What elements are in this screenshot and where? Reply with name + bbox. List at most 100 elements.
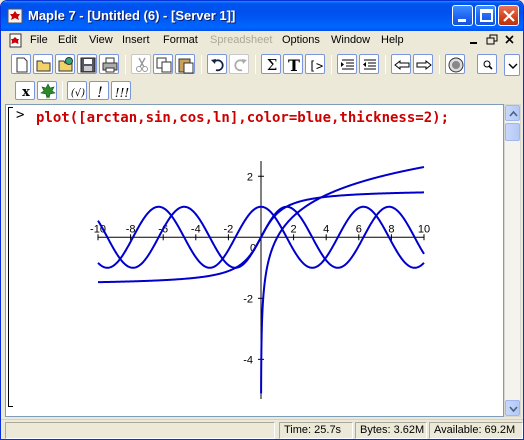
x-tick-label: 6 (356, 223, 362, 235)
paste-button[interactable] (175, 54, 195, 74)
y-tick-label: -4 (243, 354, 253, 366)
doc-close-icon[interactable] (502, 33, 518, 47)
open-url-icon (58, 57, 73, 72)
svg-text:(√): (√) (71, 88, 85, 99)
toolbar-separator (385, 55, 386, 74)
maple-leaf-icon (7, 8, 23, 24)
sigma-icon: Σ (267, 56, 278, 74)
outdent-button[interactable] (359, 54, 379, 74)
x-math-icon: x (22, 85, 30, 100)
redo-icon (234, 59, 247, 72)
execute-all-button[interactable]: !!! (111, 81, 131, 100)
stop-button[interactable] (445, 54, 465, 74)
outdent-icon (363, 59, 376, 70)
redo-button (229, 54, 249, 74)
toolbar-separator (255, 55, 256, 74)
document-icon[interactable] (8, 33, 23, 48)
toolbar-separator (125, 55, 126, 74)
menu-spreadsheet: Spreadsheet (210, 34, 273, 46)
scroll-up-button[interactable] (505, 105, 520, 121)
x-tick-label: 4 (323, 223, 329, 235)
y-tick-label: 2 (247, 171, 253, 183)
toolbar-separator (439, 55, 440, 74)
svg-text:!!!: !!! (115, 86, 130, 100)
status-time: Time: 25.7s (279, 422, 353, 439)
minimize-icon (458, 19, 466, 22)
text-T-icon: T (288, 56, 300, 75)
svg-text:!: ! (97, 85, 103, 101)
svg-text:[>: [> (309, 59, 323, 73)
open-url-button[interactable] (55, 54, 75, 74)
maximize-icon (480, 9, 493, 22)
maple-leaf-icon (40, 83, 56, 99)
svg-text:Σ: Σ (267, 56, 278, 74)
status-bytes: Bytes: 3.62M (355, 422, 427, 439)
back-button[interactable] (391, 54, 411, 74)
undo-button[interactable] (207, 54, 227, 74)
toolbar-separator (331, 55, 332, 74)
menu-file[interactable]: File (30, 34, 48, 46)
execute-button[interactable]: ! (89, 81, 109, 101)
maximize-button[interactable] (475, 5, 496, 26)
cut-icon (136, 57, 148, 72)
maple-window: Maple 7 - [Untitled (6) - [Server 1]] Fi… (0, 0, 524, 440)
indent-button[interactable] (337, 54, 357, 74)
svg-text:T: T (288, 56, 300, 75)
worksheet-area[interactable]: > plot([arctan,sin,cos,ln],color=blue,th… (5, 104, 504, 417)
vertical-scrollbar[interactable] (504, 104, 521, 417)
scroll-down-icon (509, 406, 518, 413)
exclamation-icon: ! (97, 85, 103, 101)
scroll-down-button[interactable] (505, 400, 520, 416)
menu-edit[interactable]: Edit (58, 34, 77, 46)
doc-restore-icon[interactable] (484, 33, 500, 47)
back-arrow-icon (394, 59, 410, 71)
x-tick-label: 10 (418, 223, 430, 235)
sum-button[interactable]: Σ (261, 54, 281, 74)
forward-arrow-icon (416, 59, 432, 71)
open-icon (36, 60, 51, 72)
paste-icon (178, 58, 194, 74)
menu-window[interactable]: Window (331, 34, 370, 46)
toolbar-chevron-button[interactable] (504, 54, 520, 76)
scroll-up-icon (509, 110, 518, 117)
x-tick-label: -4 (191, 223, 201, 235)
x-tick-label: 2 (291, 223, 297, 235)
zoom-icon (483, 60, 493, 70)
insert-prompt-button[interactable]: [> (305, 54, 325, 74)
zoom-button[interactable] (477, 54, 497, 74)
series-ln (260, 166, 425, 394)
triple-exclamation-icon: !!! (115, 86, 130, 100)
main-toolbar: Σ T [> (1, 51, 523, 78)
window-title: Maple 7 - [Untitled (6) - [Server 1]] (28, 8, 236, 23)
maple-leaf-button[interactable] (37, 81, 57, 100)
menu-view[interactable]: View (89, 34, 113, 46)
toolbar-separator (201, 55, 202, 74)
title-bar[interactable]: Maple 7 - [Untitled (6) - [Server 1]] (1, 1, 523, 31)
open-button[interactable] (33, 54, 53, 74)
scroll-thumb[interactable] (505, 123, 520, 141)
math-mode-button[interactable]: x (15, 81, 35, 100)
forward-button[interactable] (413, 54, 433, 74)
x-tick-label: 8 (388, 223, 394, 235)
doc-minimize-icon[interactable] (466, 33, 482, 47)
menu-insert[interactable]: Insert (122, 34, 150, 46)
check-syntax-button[interactable]: (√) (67, 81, 87, 100)
print-button[interactable] (99, 54, 119, 74)
copy-icon (156, 57, 172, 73)
minimize-button[interactable] (452, 5, 473, 26)
y-tick-label: -2 (243, 293, 253, 305)
save-button[interactable] (77, 54, 97, 74)
menu-help[interactable]: Help (381, 34, 404, 46)
save-icon (80, 57, 96, 73)
copy-button[interactable] (153, 54, 173, 74)
menu-bar: File Edit View Insert Format Spreadsheet… (1, 31, 523, 50)
stop-icon (448, 57, 464, 73)
plot-output[interactable]: -10 -8 -6 -4 -202 4 6 8 102-2-4 (6, 105, 503, 416)
status-bar: Time: 25.7s Bytes: 3.62M Available: 69.2… (1, 419, 523, 439)
menu-format[interactable]: Format (163, 34, 198, 46)
new-button[interactable] (11, 54, 31, 74)
menu-options[interactable]: Options (282, 34, 320, 46)
undo-icon (211, 59, 224, 72)
close-button[interactable] (498, 5, 519, 26)
text-button[interactable]: T (283, 54, 303, 75)
